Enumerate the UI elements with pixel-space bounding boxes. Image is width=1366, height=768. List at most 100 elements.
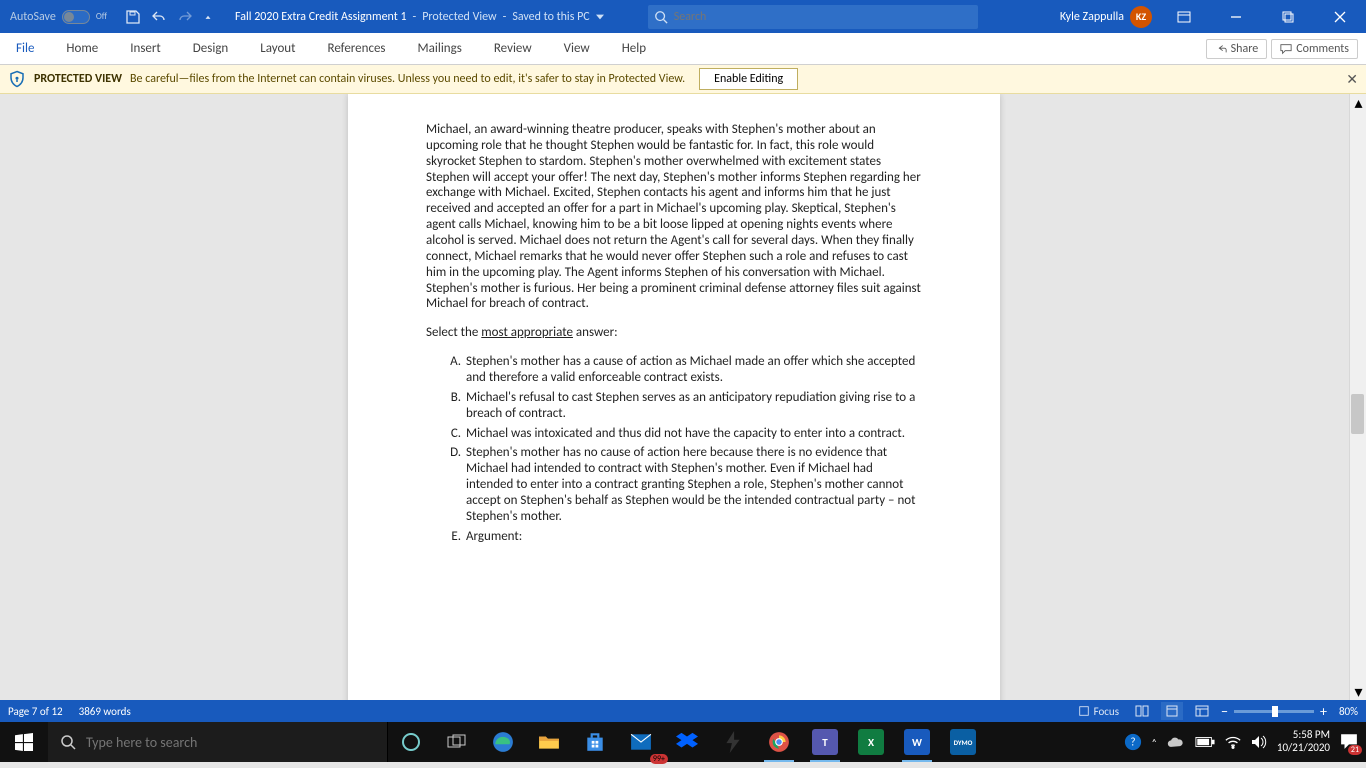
lightning-app-button[interactable] [710,722,756,762]
mail-icon [630,733,652,751]
taskbar-apps: 99+ T X W DYMO [388,722,986,762]
onedrive-icon[interactable] [1167,735,1185,749]
maximize-button[interactable] [1268,0,1308,33]
word-button[interactable]: W [894,722,940,762]
svg-text:?: ? [1130,736,1135,749]
tab-references[interactable]: References [312,33,402,64]
taskbar-search[interactable] [48,722,388,762]
word-count[interactable]: 3869 words [79,705,131,718]
focus-label: Focus [1094,705,1119,718]
zoom-out-button[interactable]: − [1221,703,1228,720]
mail-button[interactable]: 99+ [618,722,664,762]
tab-view[interactable]: View [548,33,606,64]
zoom-level[interactable]: 80% [1339,705,1358,718]
document-page: Michael, an award-winning theatre produc… [348,94,1000,700]
edge-icon [492,731,514,753]
comments-button[interactable]: Comments [1271,39,1358,59]
prompt-text-end: answer: [573,325,618,340]
chrome-icon [768,731,790,753]
scrollbar-thumb[interactable] [1351,394,1364,434]
chevron-down-icon[interactable] [596,14,604,20]
answer-list: Stephen's mother has a cause of action a… [426,354,922,544]
wifi-icon[interactable] [1225,735,1241,749]
cortana-icon [401,732,421,752]
close-icon[interactable]: ✕ [1346,71,1358,88]
help-icon[interactable]: ? [1124,733,1142,751]
search-input[interactable] [674,10,972,24]
scroll-up-button[interactable]: ▴ [1350,94,1366,111]
tab-home[interactable]: Home [50,33,114,64]
answer-option: Stephen's mother has a cause of action a… [464,354,922,386]
clock-date: 10/21/2020 [1277,742,1330,755]
clock[interactable]: 5:58 PM 10/21/2020 [1277,729,1330,754]
read-mode-button[interactable] [1131,702,1153,720]
document-canvas[interactable]: Michael, an award-winning theatre produc… [0,94,1366,700]
tab-help[interactable]: Help [606,33,662,64]
protected-view-label: PROTECTED VIEW [34,72,122,86]
start-button[interactable] [0,722,48,762]
ribbon-display-button[interactable] [1164,0,1204,33]
quick-access-toolbar [117,9,221,25]
volume-icon[interactable] [1251,735,1267,749]
microsoft-store-button[interactable] [572,722,618,762]
close-button[interactable] [1320,0,1360,33]
save-icon[interactable] [125,9,141,25]
answer-option: Argument: [464,529,922,545]
share-button[interactable]: Share [1206,39,1268,59]
task-view-button[interactable] [434,722,480,762]
tab-insert[interactable]: Insert [114,33,177,64]
windows-taskbar: 99+ T X W DYMO ? ˄ 5:58 PM 10/21/2020 21 [0,722,1366,762]
teams-button[interactable]: T [802,722,848,762]
folder-icon [538,733,560,751]
minimize-button[interactable] [1216,0,1256,33]
taskbar-search-input[interactable] [86,734,375,751]
zoom-slider[interactable] [1234,710,1314,713]
system-tray: ? ˄ 5:58 PM 10/21/2020 21 [1116,729,1366,754]
enable-editing-button[interactable]: Enable Editing [699,68,798,90]
protected-view-bar: PROTECTED VIEW Be careful—files from the… [0,65,1366,94]
store-icon [584,731,606,753]
scenario-paragraph: Michael, an award-winning theatre produc… [426,122,922,312]
shield-icon [8,70,26,88]
customize-qat-icon[interactable] [203,9,213,25]
zoom-in-button[interactable]: + [1320,703,1327,720]
dymo-button[interactable]: DYMO [940,722,986,762]
tray-overflow-button[interactable]: ˄ [1152,736,1157,749]
comments-label: Comments [1296,42,1349,56]
question-prompt: Select the most appropriate answer: [426,325,922,341]
tab-review[interactable]: Review [478,33,548,64]
word-icon: W [904,729,930,755]
redo-icon[interactable] [177,9,193,25]
action-center-button[interactable]: 21 [1340,732,1358,753]
excel-icon: X [858,729,884,755]
web-layout-button[interactable] [1191,702,1213,720]
doc-name: Fall 2020 Extra Credit Assignment 1 [235,10,407,24]
doc-save-state: Saved to this PC [512,10,589,24]
autosave-toggle[interactable]: AutoSave Off [0,10,117,24]
tab-file[interactable]: File [0,33,50,64]
tab-layout[interactable]: Layout [244,33,311,64]
scroll-down-button[interactable]: ▾ [1350,683,1366,700]
zoom-slider-thumb[interactable] [1272,706,1278,717]
answer-option: Stephen's mother has no cause of action … [464,445,922,524]
tab-mailings[interactable]: Mailings [402,33,478,64]
search-box[interactable] [648,5,978,29]
chrome-button[interactable] [756,722,802,762]
focus-mode-button[interactable]: Focus [1074,702,1123,720]
account-button[interactable]: Kyle Zappulla KZ [1060,6,1152,28]
undo-icon[interactable] [151,9,167,25]
dropbox-icon [676,732,698,752]
battery-icon[interactable] [1195,736,1215,748]
edge-button[interactable] [480,722,526,762]
search-icon [654,10,668,24]
tab-design[interactable]: Design [177,33,244,64]
share-label: Share [1231,42,1259,56]
print-layout-button[interactable] [1161,702,1183,720]
file-explorer-button[interactable] [526,722,572,762]
vertical-scrollbar[interactable]: ▴ ▾ [1349,94,1366,700]
ribbon-tabs: File Home Insert Design Layout Reference… [0,33,1366,65]
excel-button[interactable]: X [848,722,894,762]
cortana-button[interactable] [388,722,434,762]
dropbox-button[interactable] [664,722,710,762]
page-indicator[interactable]: Page 7 of 12 [8,705,63,718]
